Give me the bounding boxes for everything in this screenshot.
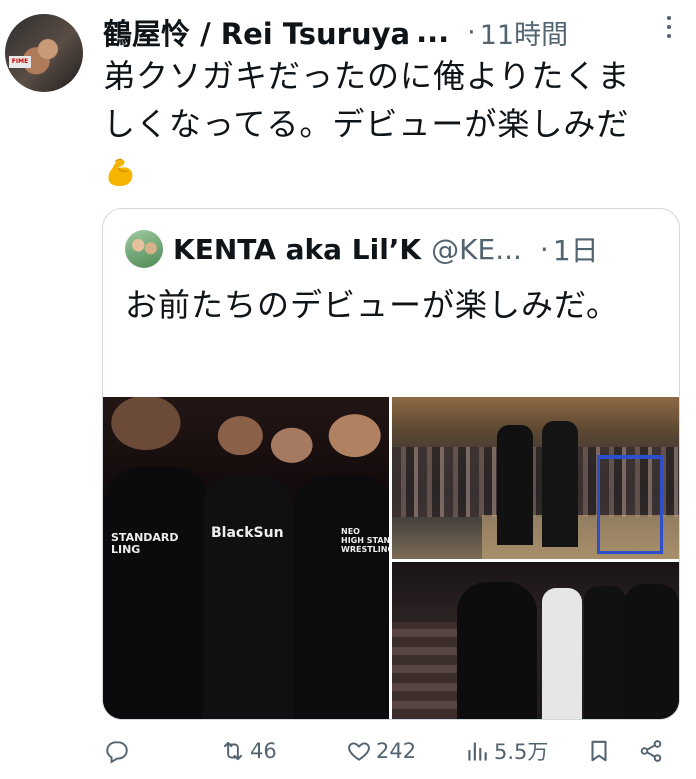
author-avatar[interactable]: FIME [5, 14, 83, 92]
photo-figure [457, 582, 537, 719]
quoted-author-avatar [125, 230, 163, 268]
quoted-author-handle: @KE... [431, 232, 522, 266]
views-button[interactable]: 5.5万 [464, 728, 548, 774]
header-separator: · [467, 16, 476, 48]
flexed-biceps-emoji [108, 158, 133, 186]
shirt-print-left: STANDARD LING [111, 531, 179, 556]
author-handle-truncated[interactable]: ... [416, 15, 449, 49]
like-button[interactable]: 242 [346, 728, 416, 774]
photo-figure [103, 467, 213, 719]
tweet-text: 弟クソガキだったのに俺よりたくましくなってる。デビューが楽しみだ [103, 52, 663, 196]
photo-figure [497, 425, 533, 545]
quoted-tweet-timestamp: 1日 [552, 234, 599, 267]
share-button[interactable] [638, 728, 664, 774]
shirt-print-right: NEO HIGH STANDARD WRESTLING [341, 527, 389, 554]
avatar-banner: FIME [9, 56, 31, 68]
quoted-tweet-header: KENTA aka Lil’K @KE... · 1日 [125, 229, 599, 269]
bookmark-button[interactable] [586, 728, 612, 774]
photo-figure [203, 477, 293, 719]
photo-figure [624, 584, 679, 719]
quoted-photo-2[interactable] [392, 397, 679, 559]
tweet-header: 鶴屋怜 / Rei Tsuruya ... · 11時間 [103, 10, 696, 54]
tweet-timestamp[interactable]: 11時間 [480, 13, 568, 52]
quoted-photo-1[interactable]: STANDARD LING BlackSun NEO HIGH STANDARD… [103, 397, 389, 719]
quoted-tweet-text: お前たちのデビューが楽しみだ。 [125, 286, 620, 324]
quoted-author-display-name: KENTA aka Lil’K [173, 232, 422, 266]
photo-figure [542, 588, 582, 719]
views-count: 5.5万 [494, 740, 549, 764]
quoted-header-separator: · [539, 232, 549, 266]
photo-audience [392, 622, 457, 719]
retweet-icon [223, 741, 243, 761]
shirt-print-center: BlackSun [211, 525, 284, 541]
reply-button[interactable] [104, 728, 134, 774]
like-count: 242 [376, 739, 417, 763]
retweet-count: 46 [250, 739, 277, 763]
bookmark-icon [591, 740, 607, 762]
retweet-button[interactable]: 46 [220, 728, 277, 774]
author-display-name[interactable]: 鶴屋怜 / Rei Tsuruya [103, 11, 410, 53]
photo-figure [293, 475, 389, 719]
heart-icon [348, 742, 370, 761]
views-icon [468, 742, 487, 761]
reply-icon [106, 741, 128, 764]
tweet-action-bar: 46 242 5.5万 [102, 728, 682, 774]
photo-figure [584, 586, 626, 719]
quoted-tweet-card[interactable]: KENTA aka Lil’K @KE... · 1日 お前たちのデビューが楽し… [102, 208, 680, 720]
quoted-photo-3[interactable] [392, 562, 679, 719]
photo-railing [597, 455, 663, 554]
more-vertical-icon[interactable] [666, 16, 672, 38]
tweet-text-content: 弟クソガキだったのに俺よりたくましくなってる。デビューが楽しみだ [103, 57, 631, 143]
photo-figure [542, 421, 578, 547]
share-icon [640, 740, 662, 762]
